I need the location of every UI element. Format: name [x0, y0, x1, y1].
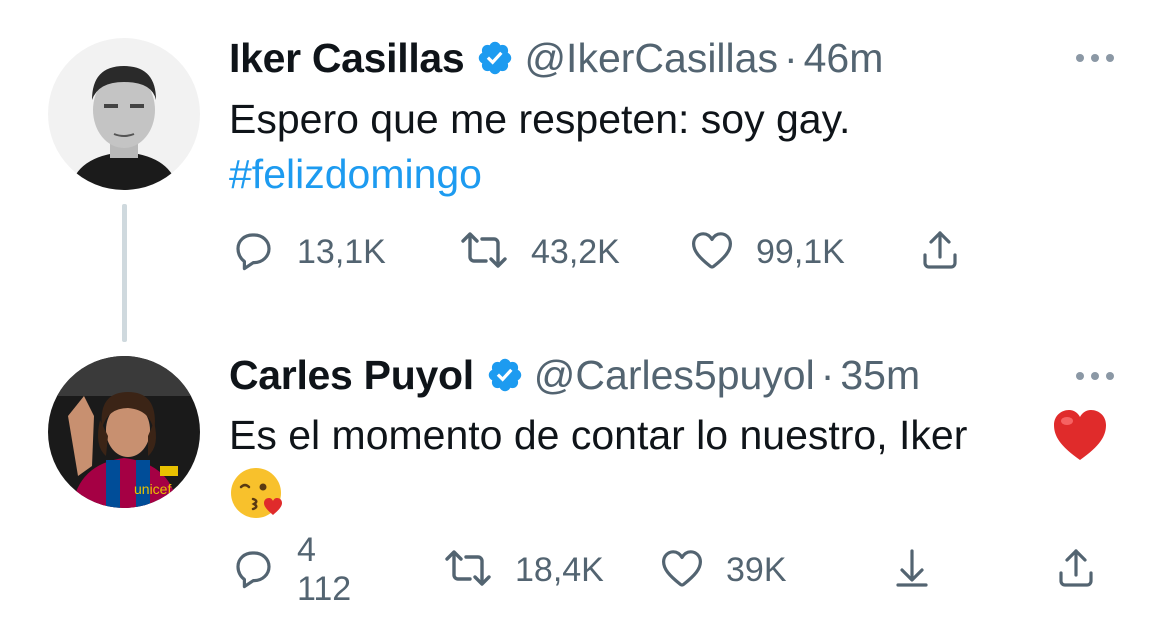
reply-icon — [229, 226, 277, 279]
tweet-2-text-line: Es el momento de contar lo nuestro, Iker — [229, 408, 967, 462]
display-name[interactable]: Iker Casillas — [229, 34, 465, 82]
user-handle[interactable]: @IkerCasillas — [524, 34, 778, 82]
separator-dot: · — [820, 352, 835, 398]
red-heart-emoji — [1052, 408, 1108, 467]
separator-dot: · — [783, 35, 798, 81]
retweet-icon — [457, 226, 511, 279]
verified-badge-icon — [476, 39, 514, 77]
tweet-2-text: Es el momento de contar lo nuestro, Iker — [229, 412, 968, 458]
tweet-1-text: Espero que me respeten: soy gay. — [229, 96, 851, 142]
download-icon — [888, 544, 936, 597]
tweet-2-header: Carles Puyol @Carles5puyol · 35m — [229, 351, 920, 399]
like-button[interactable]: 39K — [658, 545, 787, 595]
user-handle[interactable]: @Carles5puyol — [534, 351, 815, 399]
timestamp[interactable]: 35m — [840, 351, 920, 399]
retweet-button[interactable]: 18,4K — [441, 545, 604, 595]
like-count: 39K — [726, 550, 787, 589]
share-button[interactable] — [916, 227, 964, 277]
retweet-icon — [441, 544, 495, 597]
retweet-button[interactable]: 43,2K — [457, 227, 620, 277]
display-name[interactable]: Carles Puyol — [229, 351, 474, 399]
share-icon — [916, 226, 964, 279]
face-blowing-kiss-emoji — [229, 465, 285, 526]
verified-badge-icon — [486, 356, 524, 394]
heart-icon — [658, 544, 706, 597]
share-icon — [1052, 544, 1100, 597]
avatar-carles-puyol[interactable]: unicef — [48, 356, 200, 508]
like-button[interactable]: 99,1K — [688, 227, 845, 277]
more-options-icon[interactable] — [1076, 48, 1114, 68]
thread-connector-line — [122, 204, 127, 342]
timestamp[interactable]: 46m — [804, 34, 884, 82]
avatar-iker-casillas[interactable] — [48, 38, 200, 190]
reply-button[interactable]: 13,1K — [229, 227, 386, 277]
retweet-count: 43,2K — [531, 232, 620, 271]
retweet-count: 18,4K — [515, 550, 604, 589]
reply-count: 4 112 — [297, 531, 352, 608]
reply-icon — [229, 544, 277, 597]
more-options-icon[interactable] — [1076, 366, 1114, 386]
hashtag-link[interactable]: #felizdomingo — [229, 147, 482, 201]
reply-count: 13,1K — [297, 232, 386, 271]
like-count: 99,1K — [756, 232, 845, 271]
reply-button[interactable]: 4 112 — [229, 531, 351, 608]
share-button[interactable] — [1052, 545, 1100, 595]
download-button[interactable] — [888, 545, 936, 595]
heart-icon — [688, 226, 736, 279]
tweet-1-header: Iker Casillas @IkerCasillas · 46m — [229, 34, 883, 82]
svg-text:unicef: unicef — [134, 481, 171, 497]
